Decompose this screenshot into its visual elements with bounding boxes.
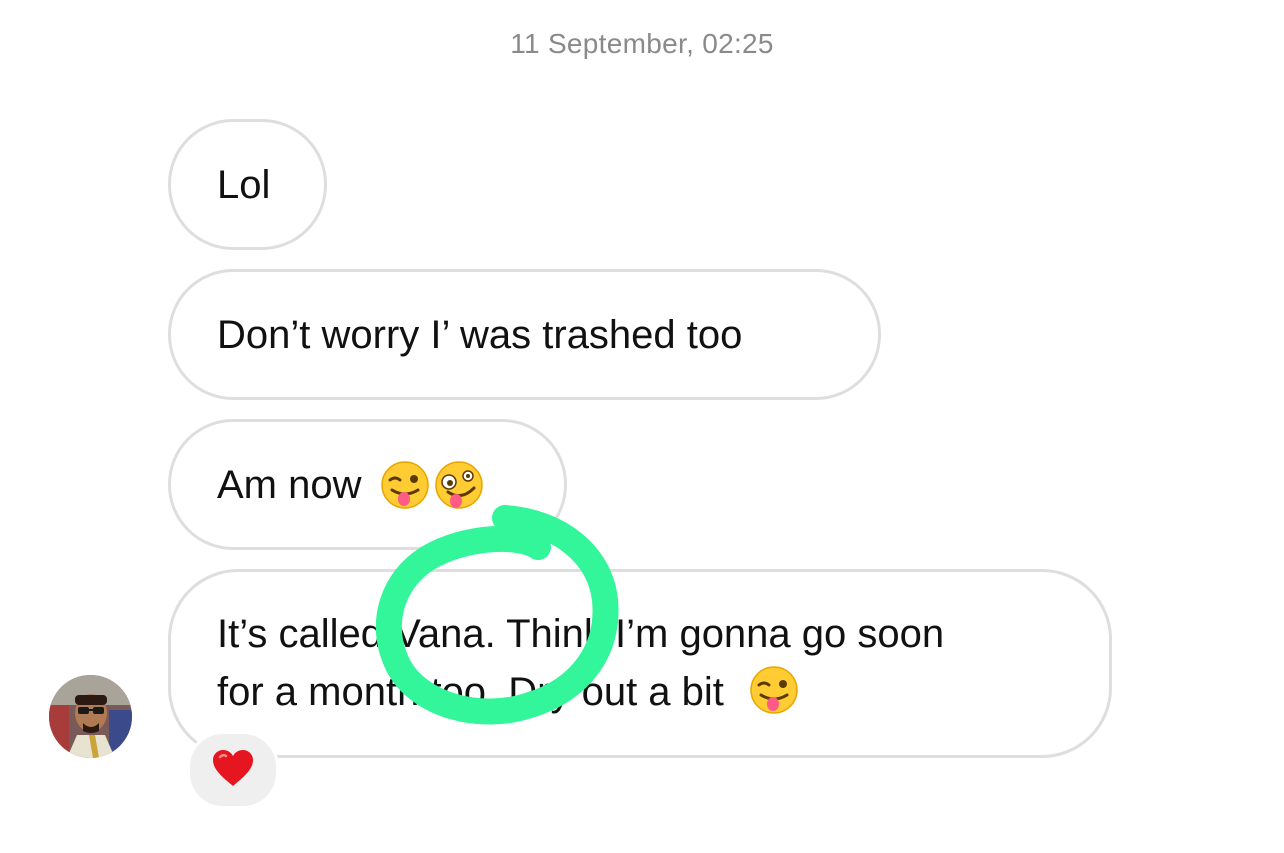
message-text-line-2: for a month too. Dry out a bit: [217, 670, 724, 714]
message-text-line-1: It’s called Vana. Think I’m gonna go soo…: [217, 612, 945, 656]
message-timestamp: 11 September, 02:25: [510, 28, 774, 59]
message-text: Lol: [217, 162, 271, 207]
message-bubble-am-now[interactable]: Am now: [168, 419, 567, 550]
reaction-badge[interactable]: [187, 731, 279, 809]
winking-face-with-tongue-icon: [380, 460, 430, 510]
zany-face-icon: [434, 460, 484, 510]
message-text: Am now: [217, 462, 362, 507]
message-text: Don’t worry I’ was trashed too: [217, 312, 743, 357]
heart-icon: [211, 748, 255, 793]
message-bubble-vana[interactable]: It’s called Vana. Think I’m gonna go soo…: [168, 569, 1112, 758]
winking-face-with-tongue-icon: [749, 665, 799, 715]
sender-avatar[interactable]: [49, 675, 132, 758]
message-bubble-lol[interactable]: Lol: [168, 119, 327, 250]
message-bubble-dont-worry[interactable]: Don’t worry I’ was trashed too: [168, 269, 881, 400]
